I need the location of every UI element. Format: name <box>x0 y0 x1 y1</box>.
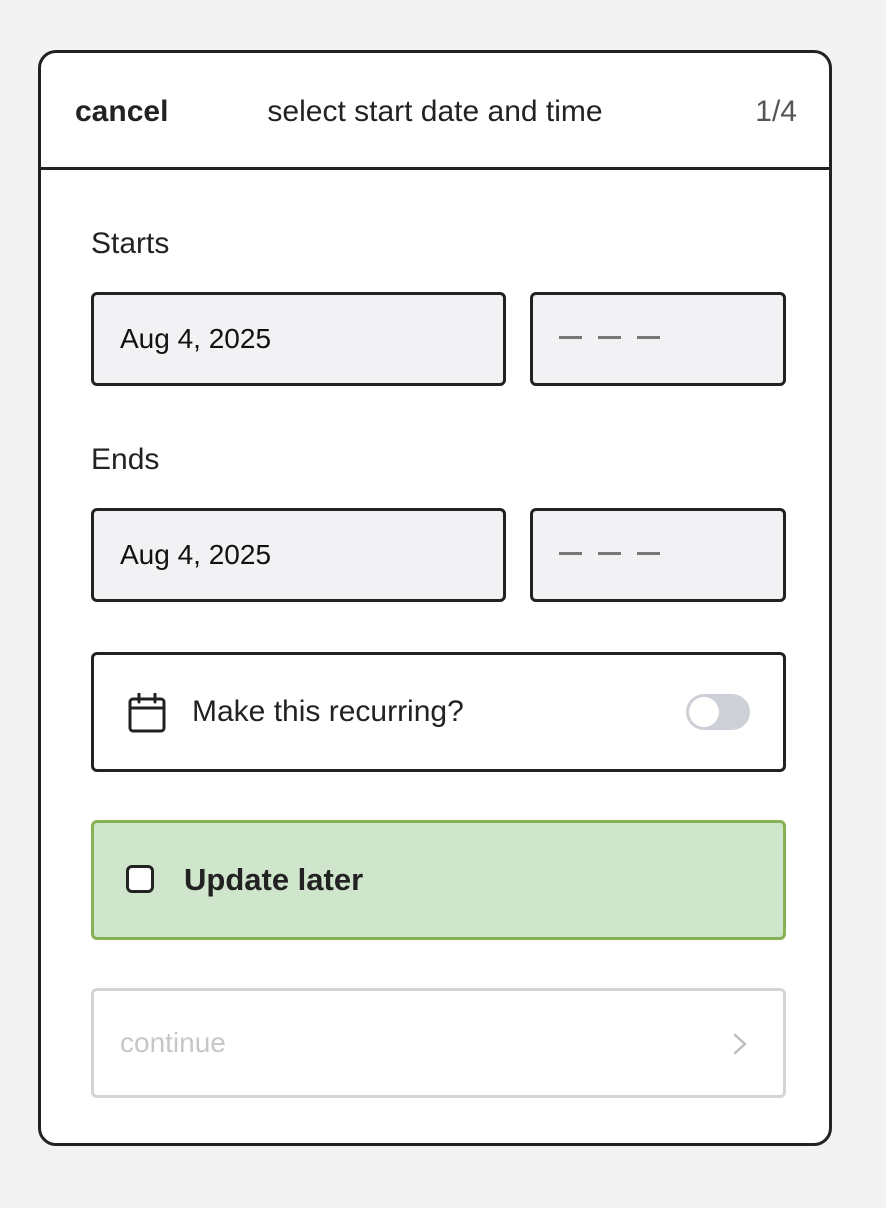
date-time-dialog: select start date and time cancel 1/4 St… <box>38 50 832 1146</box>
starts-label: Starts <box>91 227 170 260</box>
update-later-label: Update later <box>184 862 364 897</box>
recurring-row: Make this recurring? <box>91 652 786 772</box>
recurring-label: Make this recurring? <box>192 695 464 728</box>
start-date-value: Aug 4, 2025 <box>120 323 272 354</box>
continue-label: continue <box>120 1027 226 1058</box>
end-time-placeholder <box>559 552 660 555</box>
end-date-field[interactable]: Aug 4, 2025 <box>91 508 506 602</box>
ends-label: Ends <box>91 443 160 476</box>
recurring-toggle[interactable] <box>686 694 750 730</box>
calendar-icon <box>128 693 166 733</box>
dialog-header: select start date and time cancel 1/4 <box>41 53 829 170</box>
update-later-option[interactable]: Update later <box>91 820 786 940</box>
chevron-right-icon <box>733 1033 747 1055</box>
step-indicator: 1/4 <box>755 95 797 128</box>
start-time-placeholder <box>559 336 660 339</box>
start-time-field[interactable] <box>530 292 786 386</box>
update-later-checkbox[interactable] <box>126 865 154 893</box>
end-time-field[interactable] <box>530 508 786 602</box>
start-date-field[interactable]: Aug 4, 2025 <box>91 292 506 386</box>
cancel-button[interactable]: cancel <box>75 53 168 170</box>
continue-button[interactable]: continue <box>91 988 786 1098</box>
toggle-knob <box>689 697 719 727</box>
end-date-value: Aug 4, 2025 <box>120 539 272 570</box>
